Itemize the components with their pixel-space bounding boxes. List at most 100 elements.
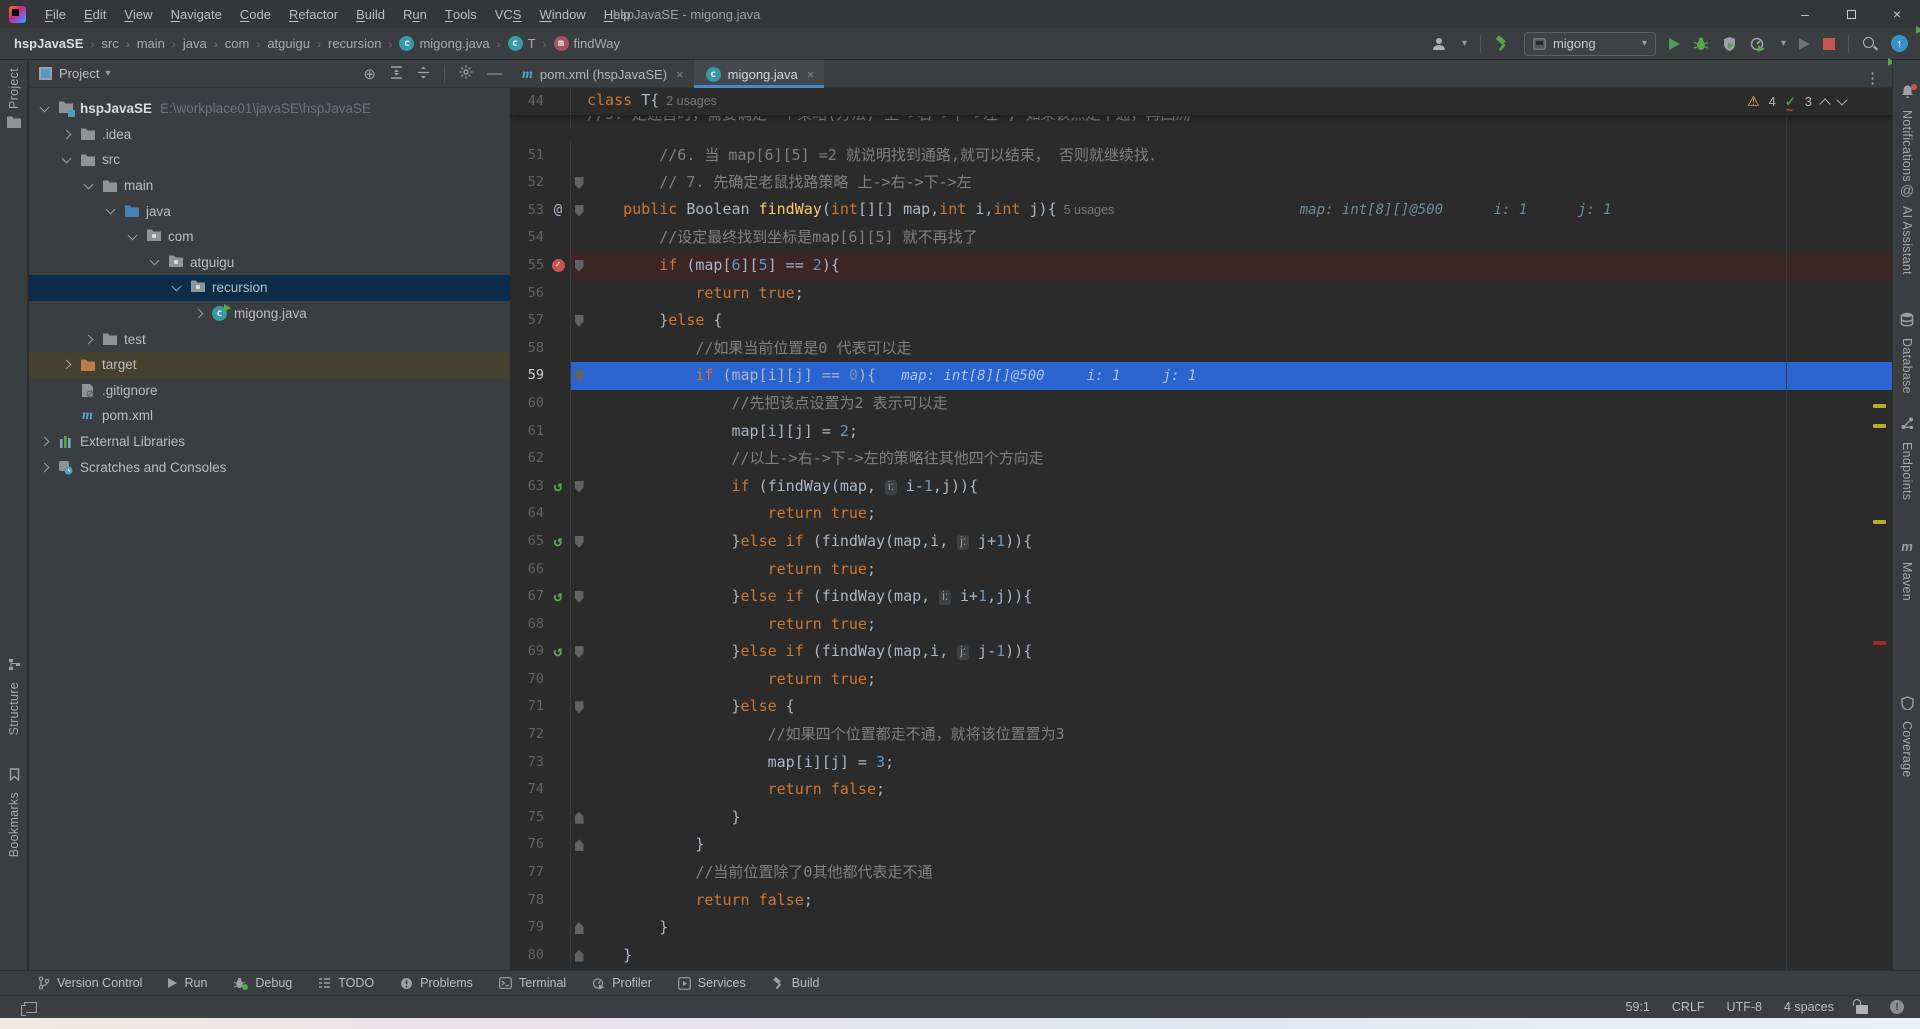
line-number[interactable]: 78	[510, 887, 546, 915]
code-line-band[interactable]: return true;	[570, 500, 1892, 528]
code-line-band[interactable]: //设定最终找到坐标是map[6][5] 就不再找了	[570, 224, 1892, 252]
at-gutter-icon[interactable]: @	[546, 197, 570, 225]
rerun-button-disabled[interactable]	[1799, 38, 1810, 50]
fold-column[interactable]	[570, 307, 587, 335]
tool-stripe-database[interactable]: Database	[1893, 312, 1920, 394]
code-line-55[interactable]: 55✓ if (map[6][5] == 2){	[510, 252, 1892, 280]
line-ending[interactable]: CRLF	[1672, 1000, 1705, 1014]
code-line-59[interactable]: 59 if (map[i][j] == 0){ map: int[8][]@50…	[510, 362, 1892, 390]
code-line-78[interactable]: 78 return false;	[510, 887, 1892, 915]
code-line-65[interactable]: 65↺ }else if (findWay(map,i, j: j+1)){	[510, 528, 1892, 556]
previous-problem-icon[interactable]	[1819, 98, 1830, 109]
fold-column[interactable]	[570, 693, 587, 721]
fold-marker-icon[interactable]	[575, 315, 584, 327]
code-line-band[interactable]: map[i][j] = 2;	[570, 418, 1892, 446]
chevron-right-icon[interactable]	[194, 309, 204, 319]
debug-button[interactable]	[1693, 36, 1709, 52]
more-options-icon[interactable]: ⋮	[1865, 69, 1892, 87]
code-line-band[interactable]: }	[570, 914, 1892, 942]
tree-item-target[interactable]: target	[29, 352, 510, 378]
fold-marker-icon[interactable]	[575, 370, 584, 382]
project-panel-title[interactable]: Project	[59, 66, 99, 81]
unlock-icon[interactable]	[1856, 1005, 1868, 1014]
code-line-band[interactable]: //如果当前位置是0 代表可以走	[570, 335, 1892, 363]
code-line-71[interactable]: 71 }else {	[510, 693, 1892, 721]
line-number[interactable]: 72	[510, 721, 546, 749]
toolwindow-toggle-icon[interactable]	[24, 1002, 37, 1013]
breadcrumb-item-com[interactable]: com	[225, 36, 250, 51]
fold-column[interactable]	[570, 197, 587, 225]
fold-marker-icon[interactable]	[575, 922, 584, 934]
line-number[interactable]: 61	[510, 418, 546, 446]
line-number[interactable]: 44	[510, 88, 546, 115]
code-line-band[interactable]: }	[570, 804, 1892, 832]
breadcrumb-item-recursion[interactable]: recursion	[328, 36, 381, 51]
code-line-51[interactable]: 51 //6. 当 map[6][5] =2 就说明找到通路,就可以结束， 否则…	[510, 142, 1892, 170]
breadcrumb-item-hspjavase[interactable]: hspJavaSE	[14, 36, 83, 51]
search-everywhere-icon[interactable]	[1862, 36, 1878, 52]
tree-item-src[interactable]: src	[29, 147, 510, 173]
file-encoding[interactable]: UTF-8	[1727, 1000, 1762, 1014]
fold-marker-icon[interactable]	[575, 536, 584, 548]
line-number[interactable]	[510, 116, 546, 129]
fold-column[interactable]	[570, 804, 587, 832]
code-line-band[interactable]: }else {	[570, 693, 1892, 721]
chevron-down-icon[interactable]	[62, 154, 72, 164]
fold-column[interactable]	[570, 942, 587, 970]
code-line-61[interactable]: 61 map[i][j] = 2;	[510, 418, 1892, 446]
tool-stripe-ai-assistant[interactable]: @AI Assistant	[1893, 182, 1920, 275]
tool-button-todo[interactable]: TODO	[318, 976, 374, 990]
gear-icon[interactable]	[459, 65, 473, 82]
rec-gutter-icon[interactable]: ↺	[546, 583, 570, 611]
locate-icon[interactable]: ⊕	[363, 65, 376, 83]
code-line-44[interactable]: 44 class T{ 2 usages	[510, 88, 1892, 116]
inspections-widget[interactable]: ⚠ 4 ✓ 3	[1747, 93, 1846, 110]
fold-marker-icon[interactable]	[575, 839, 584, 851]
tool-stripe-coverage[interactable]: Coverage	[1893, 696, 1920, 778]
fold-column[interactable]	[570, 362, 587, 390]
code-line-clipped[interactable]: //5. 走迷宫时，需要确定一个策略(方法) 上->右->下->左 , 如果该点…	[510, 116, 1892, 129]
error-stripe-mark[interactable]	[1873, 424, 1886, 428]
close-icon[interactable]: ×	[676, 67, 684, 82]
chevron-down-icon[interactable]	[84, 179, 94, 189]
build-hammer-icon[interactable]	[1494, 35, 1511, 52]
run-button[interactable]	[1669, 38, 1680, 50]
code-line-band[interactable]: public Boolean findWay(int[][] map,int i…	[570, 197, 1892, 225]
tool-button-debug[interactable]: Debug	[233, 976, 292, 990]
menu-item-view[interactable]: View	[115, 0, 161, 28]
line-number[interactable]: 62	[510, 445, 546, 473]
fold-marker-icon[interactable]	[575, 950, 584, 962]
rec-gutter-icon[interactable]: ↺	[546, 528, 570, 556]
fold-column[interactable]	[570, 169, 587, 197]
breadcrumb-item-java[interactable]: java	[183, 36, 207, 51]
code-line-band[interactable]: map[i][j] = 3;	[570, 749, 1892, 777]
code-line-79[interactable]: 79 }	[510, 914, 1892, 942]
code-line-band[interactable]: return true;	[570, 611, 1892, 639]
code-line-band[interactable]: //以上->右->下->左的策略往其他四个方向走	[570, 445, 1892, 473]
line-number[interactable]: 73	[510, 749, 546, 777]
tree-item-migong-java[interactable]: cmigong.java	[29, 301, 510, 327]
menu-item-vcs[interactable]: VCS	[486, 0, 531, 28]
fold-marker-icon[interactable]	[575, 701, 584, 713]
code-line-57[interactable]: 57 }else {	[510, 307, 1892, 335]
code-line-band[interactable]: //6. 当 map[6][5] =2 就说明找到通路,就可以结束， 否则就继续…	[570, 142, 1892, 170]
editor-tab-pom-xml-hspjavase-[interactable]: mpom.xml (hspJavaSE)×	[510, 60, 694, 88]
breadcrumb-item-t[interactable]: cT	[508, 36, 536, 51]
menu-item-run[interactable]: Run	[394, 0, 436, 28]
code-line-62[interactable]: 62 //以上->右->下->左的策略往其他四个方向走	[510, 445, 1892, 473]
tree-item--gitignore[interactable]: .gitignore	[29, 378, 510, 404]
line-number[interactable]: 58	[510, 335, 546, 363]
breadcrumb-item-findway[interactable]: mfindWay	[554, 36, 620, 51]
warning-count[interactable]: 4	[1769, 94, 1776, 109]
maximize-button[interactable]	[1828, 0, 1874, 28]
close-button[interactable]: ×	[1874, 0, 1920, 28]
breadcrumb-item-atguigu[interactable]: atguigu	[267, 36, 310, 51]
tool-stripe-endpoints[interactable]: Endpoints	[1893, 416, 1920, 500]
menu-item-code[interactable]: Code	[231, 0, 280, 28]
editor-tab-migong-java[interactable]: cmigong.java×	[694, 60, 825, 88]
code-line-63[interactable]: 63↺ if (findWay(map, i: i-1,j)){	[510, 473, 1892, 501]
line-number[interactable]: 52	[510, 169, 546, 197]
line-number[interactable]: 74	[510, 776, 546, 804]
line-number[interactable]: 66	[510, 556, 546, 584]
code-line-band[interactable]: class T{ 2 usages	[570, 88, 1892, 115]
